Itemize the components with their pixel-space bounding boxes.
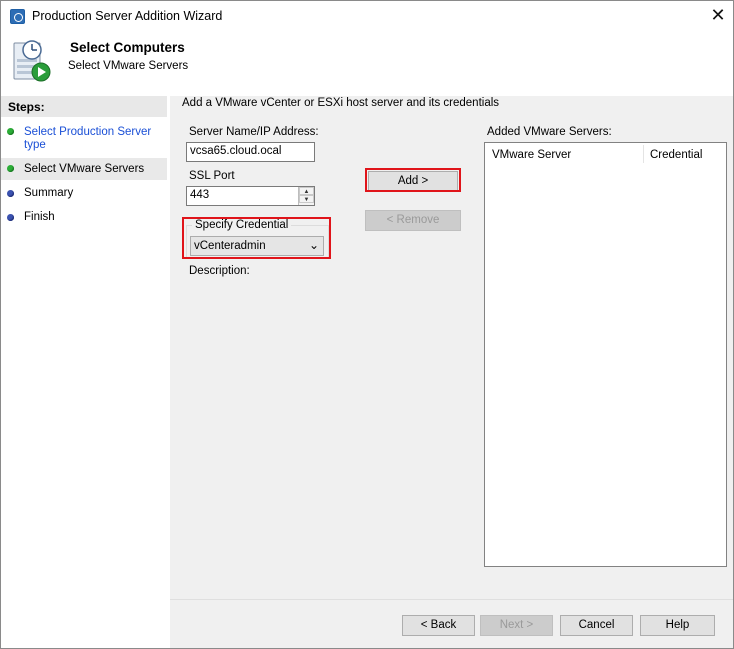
step-select-vmware-servers[interactable]: Select VMware Servers <box>1 158 167 180</box>
steps-heading: Steps: <box>1 96 167 117</box>
step-label: Summary <box>24 187 74 199</box>
server-name-input[interactable]: vcsa65.cloud.ocal <box>186 142 315 162</box>
cancel-button[interactable]: Cancel <box>560 615 633 636</box>
title-bar: Production Server Addition Wizard ✕ <box>1 1 733 31</box>
added-servers-label: Added VMware Servers: <box>487 126 612 138</box>
remove-button[interactable]: < Remove <box>365 210 461 231</box>
content-pane: Add a VMware vCenter or ESXi host server… <box>170 96 733 599</box>
step-finish[interactable]: Finish <box>1 210 167 228</box>
wizard-window: Production Server Addition Wizard ✕ Sele… <box>0 0 734 649</box>
server-name-label: Server Name/IP Address: <box>189 126 319 138</box>
step-status-pending-icon <box>7 214 14 221</box>
window-title: Production Server Addition Wizard <box>32 9 223 23</box>
ssl-port-stepper[interactable]: 443 <box>186 186 315 206</box>
column-header-credential[interactable]: Credential <box>650 149 702 169</box>
spin-down-icon[interactable]: ▼ <box>299 195 314 203</box>
description-label: Description: <box>189 265 250 277</box>
wizard-header: Select Computers Select VMware Servers <box>1 31 733 93</box>
close-icon[interactable]: ✕ <box>705 4 731 28</box>
next-button[interactable]: Next > <box>480 615 553 636</box>
page-title: Select Computers <box>70 40 185 55</box>
column-header-vmware-server[interactable]: VMware Server <box>492 149 571 169</box>
step-summary[interactable]: Summary <box>1 186 167 204</box>
ssl-port-spin[interactable]: ▲ ▼ <box>298 187 314 205</box>
ssl-port-label: SSL Port <box>189 170 235 182</box>
ssl-port-value: 443 <box>190 189 210 201</box>
help-button[interactable]: Help <box>640 615 715 636</box>
app-icon <box>10 9 25 24</box>
instruction-text: Add a VMware vCenter or ESXi host server… <box>182 97 500 109</box>
spin-up-icon[interactable]: ▲ <box>299 187 314 195</box>
added-servers-list[interactable]: VMware Server Credential <box>484 142 727 567</box>
back-button[interactable]: < Back <box>402 615 475 636</box>
credential-highlight <box>182 217 331 259</box>
column-divider[interactable] <box>643 145 644 163</box>
wizard-footer: < Back Next > Cancel Help <box>170 599 733 648</box>
step-status-pending-icon <box>7 190 14 197</box>
step-select-production-server-type[interactable]: Select Production Server type <box>1 125 167 153</box>
step-label[interactable]: Select Production Server type <box>24 126 159 152</box>
step-status-complete-icon <box>7 165 14 172</box>
step-label: Finish <box>24 211 55 223</box>
steps-pane: Steps: Select Production Server type Sel… <box>1 96 167 648</box>
add-button-highlight <box>365 168 461 192</box>
page-subtitle: Select VMware Servers <box>68 60 189 72</box>
step-label: Select VMware Servers <box>24 163 145 175</box>
step-status-complete-icon <box>7 128 14 135</box>
server-clock-play-icon <box>13 40 51 82</box>
